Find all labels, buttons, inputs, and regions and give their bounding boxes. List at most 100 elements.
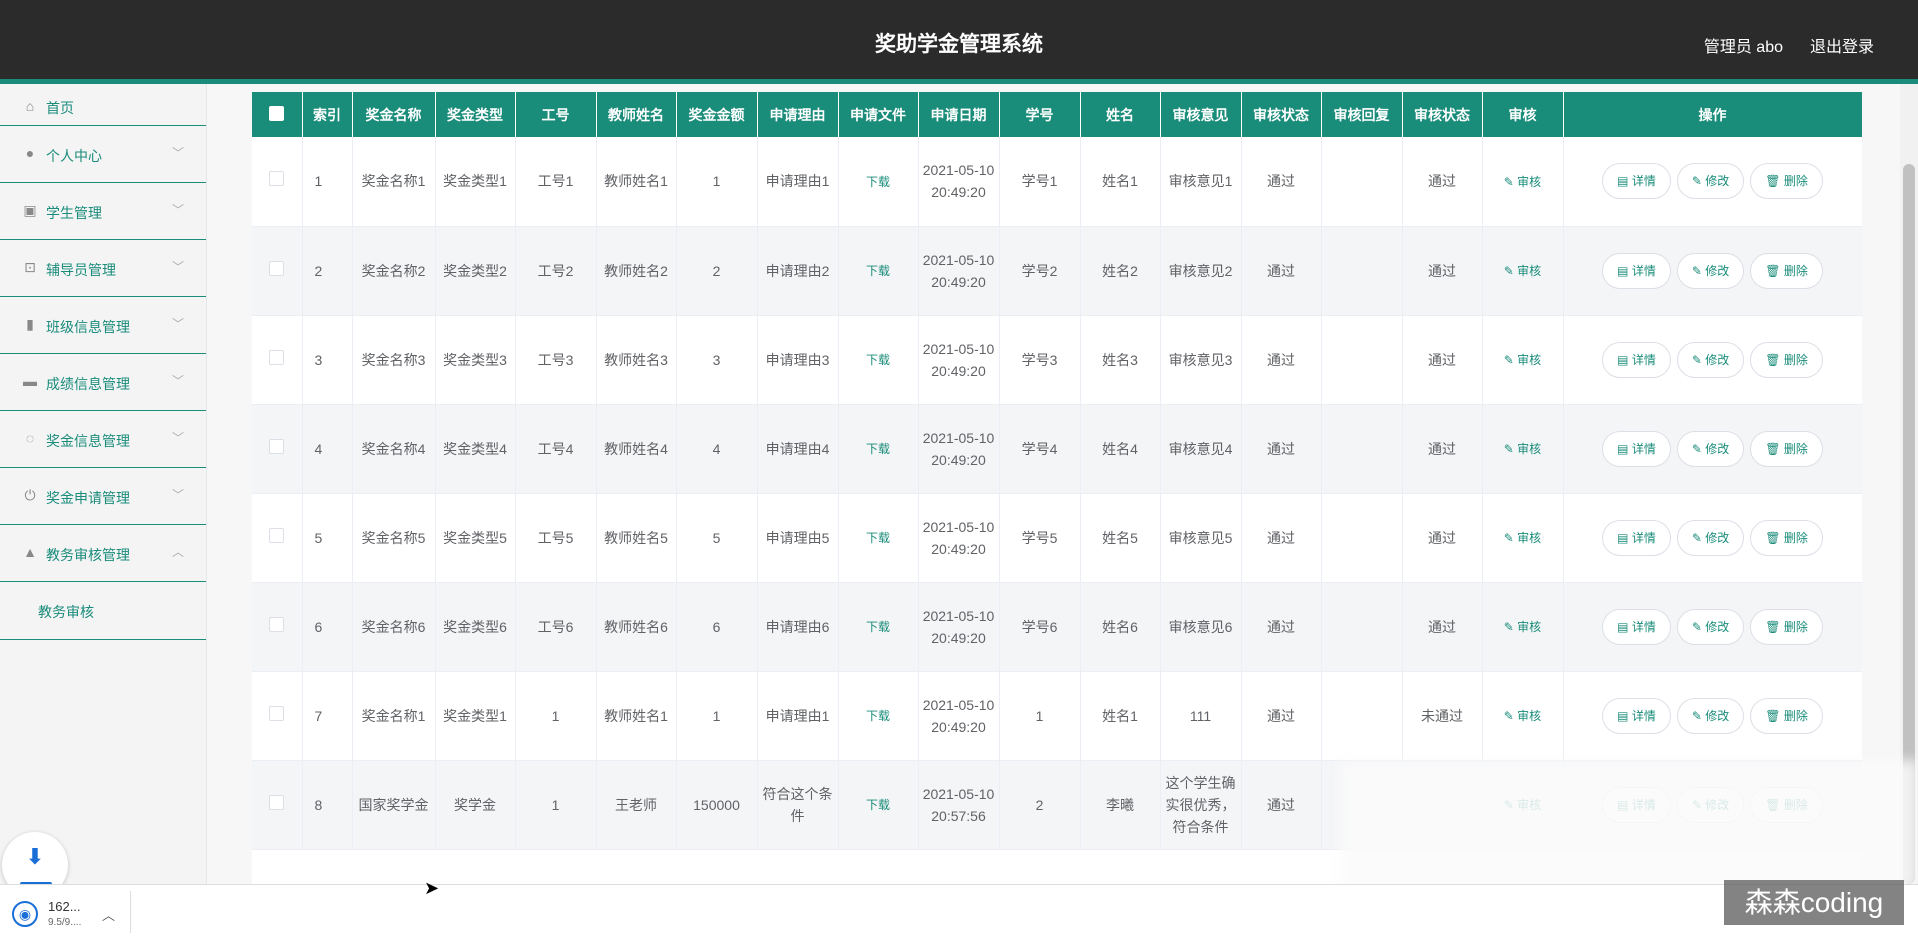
logout-button[interactable]: 退出登录 <box>1810 33 1874 57</box>
delete-button[interactable]: 🗑 删除 <box>1750 163 1823 200</box>
cell-job-no: 工号6 <box>515 582 597 672</box>
sidebar-item[interactable]: ● 个人中心 ﹀ <box>0 126 206 183</box>
delete-button[interactable]: 🗑 删除 <box>1750 697 1823 734</box>
download-link[interactable]: 下载 <box>866 709 890 723</box>
edit-button[interactable]: ✎ 修改 <box>1676 519 1745 556</box>
row-checkbox[interactable] <box>269 705 285 721</box>
audit-link[interactable]: ✎ 审核 <box>1504 264 1541 278</box>
crop-icon: ⊡ <box>24 259 36 275</box>
row-checkbox[interactable] <box>269 260 285 276</box>
table-row[interactable]: 5 奖金名称5 奖金类型5 工号5 教师姓名5 5 申请理由5 下载 2021-05-10 20… <box>252 493 1862 583</box>
detail-button[interactable]: ▤ 详情 <box>1602 430 1671 467</box>
cell-teacher: 教师姓名1 <box>596 137 677 227</box>
sidebar-item[interactable]: ▬ 成绩信息管理 ﹀ <box>0 354 206 411</box>
detail-button[interactable]: ▤ 详情 <box>1602 163 1671 200</box>
cell-amount: 1 <box>676 137 758 227</box>
table-row[interactable]: 6 奖金名称6 奖金类型6 工号6 教师姓名6 6 申请理由6 下载 2021-05-10 20… <box>252 582 1862 672</box>
edit-button[interactable]: ✎ 修改 <box>1676 608 1745 645</box>
detail-button[interactable]: ▤ 详情 <box>1602 519 1671 556</box>
download-link[interactable]: 下载 <box>866 442 890 456</box>
sidebar-item[interactable]: ⊡ 辅导员管理 ﹀ <box>0 240 206 297</box>
cell-student-no: 学号1 <box>999 137 1081 227</box>
edit-button[interactable]: ✎ 修改 <box>1676 430 1745 467</box>
table-row[interactable]: 2 奖金名称2 奖金类型2 工号2 教师姓名2 2 申请理由2 下载 2021-05-10 20… <box>252 226 1862 316</box>
download-link[interactable]: 下载 <box>866 264 890 278</box>
sidebar-item[interactable]: ◌ 奖金信息管理 ﹀ <box>0 411 206 468</box>
edit-button[interactable]: ✎ 修改 <box>1676 252 1745 289</box>
chevron-up-icon[interactable]: ︿ <box>102 905 115 924</box>
audit-cell: ✎ 审核 <box>1482 315 1564 405</box>
cell-index: 3 <box>302 315 353 405</box>
sidebar-item-label: 奖金申请管理 <box>46 490 130 506</box>
delete-button[interactable]: 🗑 删除 <box>1750 252 1823 289</box>
delete-button[interactable]: 🗑 删除 <box>1750 519 1823 556</box>
delete-button[interactable]: 🗑 删除 <box>1750 341 1823 378</box>
cell-teacher: 教师姓名5 <box>596 493 677 583</box>
table-row[interactable]: 4 奖金名称4 奖金类型4 工号4 教师姓名4 4 申请理由4 下载 2021-05-10 20… <box>252 404 1862 494</box>
cell-name: 奖金名称1 <box>352 671 436 761</box>
cell-amount: 5 <box>676 493 758 583</box>
cell-student-no: 学号3 <box>999 315 1081 405</box>
sidebar-item[interactable]: ▮ 班级信息管理 ﹀ <box>0 297 206 354</box>
row-checkbox[interactable] <box>269 527 285 543</box>
download-link[interactable]: 下载 <box>866 353 890 367</box>
row-checkbox[interactable] <box>269 616 285 632</box>
select-all-checkbox[interactable] <box>269 105 285 121</box>
file-cell: 下载 <box>838 226 919 316</box>
cell-student: 姓名5 <box>1080 493 1161 583</box>
detail-button[interactable]: ▤ 详情 <box>1602 252 1671 289</box>
sidebar-item[interactable]: ▲ 教务审核管理 ︿ <box>0 525 206 582</box>
table-row[interactable]: 3 奖金名称3 奖金类型3 工号3 教师姓名3 3 申请理由3 下载 2021-05-10 20… <box>252 315 1862 405</box>
column-header: 审核状态 <box>1402 92 1483 137</box>
cell-type: 奖金类型1 <box>435 137 516 227</box>
cell-student: 李曦 <box>1080 760 1161 850</box>
download-link[interactable]: 下载 <box>866 798 890 812</box>
detail-button[interactable]: ▤ 详情 <box>1602 608 1671 645</box>
audit-link[interactable]: ✎ 审核 <box>1504 531 1541 545</box>
audit-link[interactable]: ✎ 审核 <box>1504 442 1541 456</box>
cell-job-no: 1 <box>515 671 597 761</box>
sidebar-item[interactable]: ⌂ 首页 <box>0 84 206 126</box>
row-checkbox[interactable] <box>269 438 285 454</box>
cell-status1: 通过 <box>1241 493 1322 583</box>
delete-button[interactable]: 🗑 删除 <box>1750 608 1823 645</box>
row-checkbox[interactable] <box>269 794 285 810</box>
user-icon: ● <box>25 145 35 161</box>
edit-button[interactable]: ✎ 修改 <box>1676 163 1745 200</box>
cell-date: 2021-05-10 20:49:20 <box>918 493 1000 583</box>
sidebar-item[interactable]: ▣ 学生管理 ﹀ <box>0 183 206 240</box>
row-checkbox[interactable] <box>269 349 285 365</box>
download-item[interactable]: ◉ 162... 9.5/9.... ︿ <box>12 897 132 931</box>
file-cell: 下载 <box>838 315 919 405</box>
row-select-cell <box>252 493 303 583</box>
table-row[interactable]: 7 奖金名称1 奖金类型1 1 教师姓名1 1 申请理由1 下载 2021-05-10 20:4… <box>252 671 1862 761</box>
audit-link[interactable]: ✎ 审核 <box>1504 353 1541 367</box>
download-link[interactable]: 下载 <box>866 531 890 545</box>
delete-button[interactable]: 🗑 删除 <box>1750 430 1823 467</box>
cell-opinion: 审核意见6 <box>1160 582 1242 672</box>
cell-amount: 3 <box>676 315 758 405</box>
edit-button[interactable]: ✎ 修改 <box>1676 697 1745 734</box>
row-checkbox[interactable] <box>269 171 285 187</box>
cell-student-no: 2 <box>999 760 1081 850</box>
cell-status2: 通过 <box>1402 315 1483 405</box>
cell-student-no: 1 <box>999 671 1081 761</box>
detail-button[interactable]: ▤ 详情 <box>1602 697 1671 734</box>
download-link[interactable]: 下载 <box>866 175 890 189</box>
detail-button[interactable]: ▤ 详情 <box>1602 341 1671 378</box>
audit-link[interactable]: ✎ 审核 <box>1504 620 1541 634</box>
cell-teacher: 教师姓名3 <box>596 315 677 405</box>
audit-table: 索引 奖金名称 奖金类型 工号 教师姓名 奖金金额 申请理由 申请文件 申请日期 学号 姓名 审核意见… <box>252 92 1862 850</box>
download-link[interactable]: 下载 <box>866 620 890 634</box>
select-all-header[interactable] <box>252 92 303 137</box>
audit-link[interactable]: ✎ 审核 <box>1504 175 1541 189</box>
edit-button[interactable]: ✎ 修改 <box>1676 341 1745 378</box>
sidebar-subitem[interactable]: 教务审核 <box>0 582 206 640</box>
cell-date: 2021-05-10 20:49:20 <box>918 671 1000 761</box>
cell-reply <box>1321 404 1403 494</box>
sidebar-item[interactable]: ⏻ 奖金申请管理 ﹀ <box>0 468 206 525</box>
sidebar-item-label: 首页 <box>46 100 74 116</box>
audit-link[interactable]: ✎ 审核 <box>1504 709 1541 723</box>
table-row[interactable]: 1 奖金名称1 奖金类型1 工号1 教师姓名1 1 申请理由1 下载 2021-05-10 20… <box>252 137 1862 227</box>
actions-cell: ▤ 详情✎ 修改🗑 删除 <box>1563 315 1862 405</box>
